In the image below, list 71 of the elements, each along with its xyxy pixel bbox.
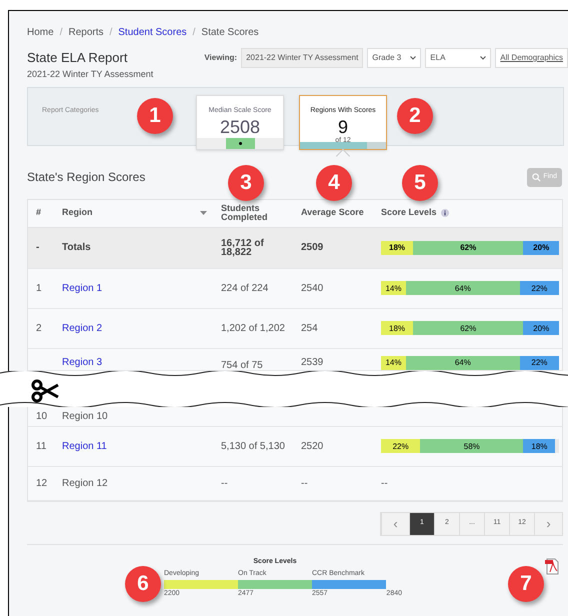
demographics-button[interactable]: All Demographics — [495, 48, 568, 68]
score-level-percent: 62% — [460, 243, 476, 252]
breadcrumb-separator: / — [109, 26, 112, 40]
score-level-percent: 18% — [389, 243, 406, 252]
pdf-icon[interactable] — [545, 558, 559, 575]
breadcrumb-separator: / — [192, 26, 196, 40]
breadcrumb-item[interactable]: Home — [27, 25, 54, 40]
assessment-field[interactable]: 2021-22 Winter TY Assessment — [241, 48, 364, 68]
score-level-percent: 20% — [533, 243, 550, 252]
search-icon — [532, 172, 542, 182]
score-levels-empty: -- — [381, 478, 388, 488]
score-level-percent: 14% — [385, 284, 402, 292]
score-level-percent: 18% — [531, 442, 548, 450]
score-level-percent: 62% — [460, 324, 476, 332]
breadcrumb-separator: / — [60, 26, 62, 40]
score-level-percent: 64% — [454, 284, 471, 292]
chevron-down-icon — [480, 56, 486, 60]
grade-select[interactable]: Grade 3 — [367, 48, 422, 68]
score-level-percent: 14% — [385, 358, 402, 367]
chevron-down-icon — [410, 56, 416, 60]
score-level-percent: 64% — [454, 358, 471, 367]
breadcrumb-item[interactable]: Reports — [68, 25, 104, 40]
students-completed: 224 of 224 — [221, 282, 268, 294]
info-icon[interactable] — [440, 209, 449, 217]
score-level-percent: 18% — [389, 324, 406, 332]
students-completed: -- — [221, 478, 228, 488]
score-level-percent: 22% — [392, 442, 409, 450]
scissors-icon — [31, 378, 59, 402]
region-link[interactable]: Region 1 — [62, 282, 102, 294]
sort-caret-icon[interactable] — [200, 211, 207, 215]
average-score: 2539 — [301, 356, 324, 368]
average-score: -- — [301, 478, 308, 488]
row-number: 10 — [36, 410, 48, 422]
section-title: State's Region Scores — [27, 169, 146, 186]
average-score: 2509 — [301, 242, 324, 253]
column-header[interactable]: Average Score — [301, 207, 364, 218]
region-name: Region 12 — [62, 478, 108, 488]
students-completed: 16,712 of 18,822 — [221, 238, 264, 258]
breadcrumb-item[interactable]: Student Scores — [118, 25, 187, 40]
score-level-percent: 22% — [531, 358, 548, 367]
average-score: 2540 — [301, 282, 324, 294]
score-level-percent: 22% — [531, 284, 548, 292]
row-number: 12 — [36, 478, 48, 488]
report-subtitle: 2021-22 Winter TY Assessment — [27, 68, 154, 80]
card-value: 2508 — [220, 116, 260, 136]
row-number: 11 — [36, 440, 46, 452]
region-link[interactable]: Region 2 — [62, 322, 102, 334]
region-link[interactable]: Region 3 — [62, 356, 102, 368]
column-header: # — [36, 207, 42, 218]
score-level-percent: 58% — [464, 442, 480, 450]
students-completed: 754 of 75 — [221, 360, 263, 370]
breadcrumb-item[interactable]: State Scores — [201, 25, 259, 40]
score-level-percent: 20% — [533, 324, 550, 332]
region-name: Totals — [62, 242, 91, 253]
average-score: 2520 — [301, 440, 324, 452]
average-score: 254 — [301, 322, 318, 334]
column-header[interactable]: Students Completed — [221, 204, 295, 222]
viewing-label: Viewing: — [204, 52, 238, 64]
region-name: Region 10 — [62, 410, 108, 422]
students-completed: 5,130 of 5,130 — [221, 440, 285, 452]
row-number: - — [36, 242, 40, 253]
row-number: 1 — [36, 282, 42, 294]
subject-select[interactable]: ELA — [425, 48, 492, 68]
row-number: 2 — [36, 322, 42, 334]
card-value: 9 — [338, 116, 348, 136]
report-title: State ELA Report — [27, 49, 128, 67]
column-header: Score Levels — [381, 206, 437, 220]
column-header[interactable]: Region — [62, 206, 92, 220]
students-completed: 1,202 of 1,202 — [221, 322, 285, 334]
median-marker-icon — [226, 138, 254, 149]
region-link[interactable]: Region 11 — [62, 440, 107, 452]
